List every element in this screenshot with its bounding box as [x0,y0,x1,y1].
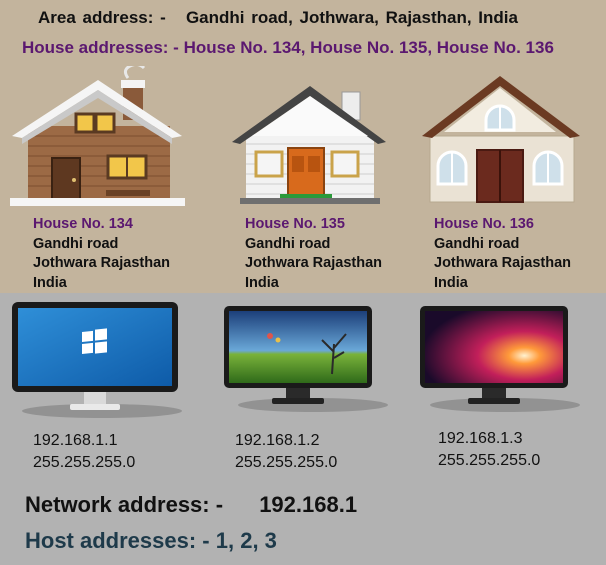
subnet-mask: 255.255.255.0 [438,452,541,469]
area-address-label: Area address: - [38,8,166,27]
white-house-icon [232,86,386,204]
stone-house-icon [422,76,580,203]
windows-monitor-icon [12,302,178,410]
house-number: House No. 136 [434,216,534,232]
network-address-label: Network address: - [25,492,224,517]
subnet-mask: 255.255.255.0 [235,454,338,471]
city-state: Jothwara Rajasthan [245,255,382,271]
host-addresses-label: Host addresses: - [25,528,210,553]
ip-address: 192.168.1.3 [438,430,523,447]
computer-3-address: 192.168.1.3 255.255.255.0 [438,428,540,472]
landscape-monitor-icon [224,306,372,404]
street: Gandhi road [434,235,520,252]
ip-address: 192.168.1.1 [33,432,118,449]
host-addresses-value: 1, 2, 3 [215,528,277,553]
computer-1-address: 192.168.1.1 255.255.255.0 [33,430,135,474]
diagram-canvas: Area address: - Gandhi road, Jothwara, R… [0,0,606,565]
subnet-mask: 255.255.255.0 [33,454,136,471]
computer-2-address: 192.168.1.2 255.255.255.0 [235,430,337,474]
city-state: Jothwara Rajasthan [33,255,170,271]
house-addresses: House addresses: - House No. 134, House … [22,38,554,58]
area-address: Area address: - Gandhi road, Jothwara, R… [38,8,518,28]
house-number: House No. 134 [33,216,133,232]
street: Gandhi road [245,235,331,252]
host-addresses: Host addresses: - 1, 2, 3 [25,528,277,554]
network-address: Network address: - 192.168.1 [25,492,357,518]
house-address-135: House No. 135 Gandhi road Jothwara Rajas… [245,215,382,293]
house-addresses-label: House addresses: - [22,38,179,57]
country: India [33,274,67,291]
house-addresses-value: House No. 134, House No. 135, House No. … [183,38,554,57]
wooden-house-icon [10,66,185,206]
house-number: House No. 135 [245,216,345,232]
country: India [245,274,279,291]
street: Gandhi road [33,235,119,252]
area-address-value: Gandhi road, Jothwara, Rajasthan, India [185,8,518,27]
country: India [434,274,468,291]
house-address-134: House No. 134 Gandhi road Jothwara Rajas… [33,215,170,293]
house-address-136: House No. 136 Gandhi road Jothwara Rajas… [434,215,571,293]
ip-address: 192.168.1.2 [235,432,320,449]
network-address-value: 192.168.1 [259,492,358,517]
sunburst-monitor-icon [420,306,568,404]
city-state: Jothwara Rajasthan [434,255,571,271]
